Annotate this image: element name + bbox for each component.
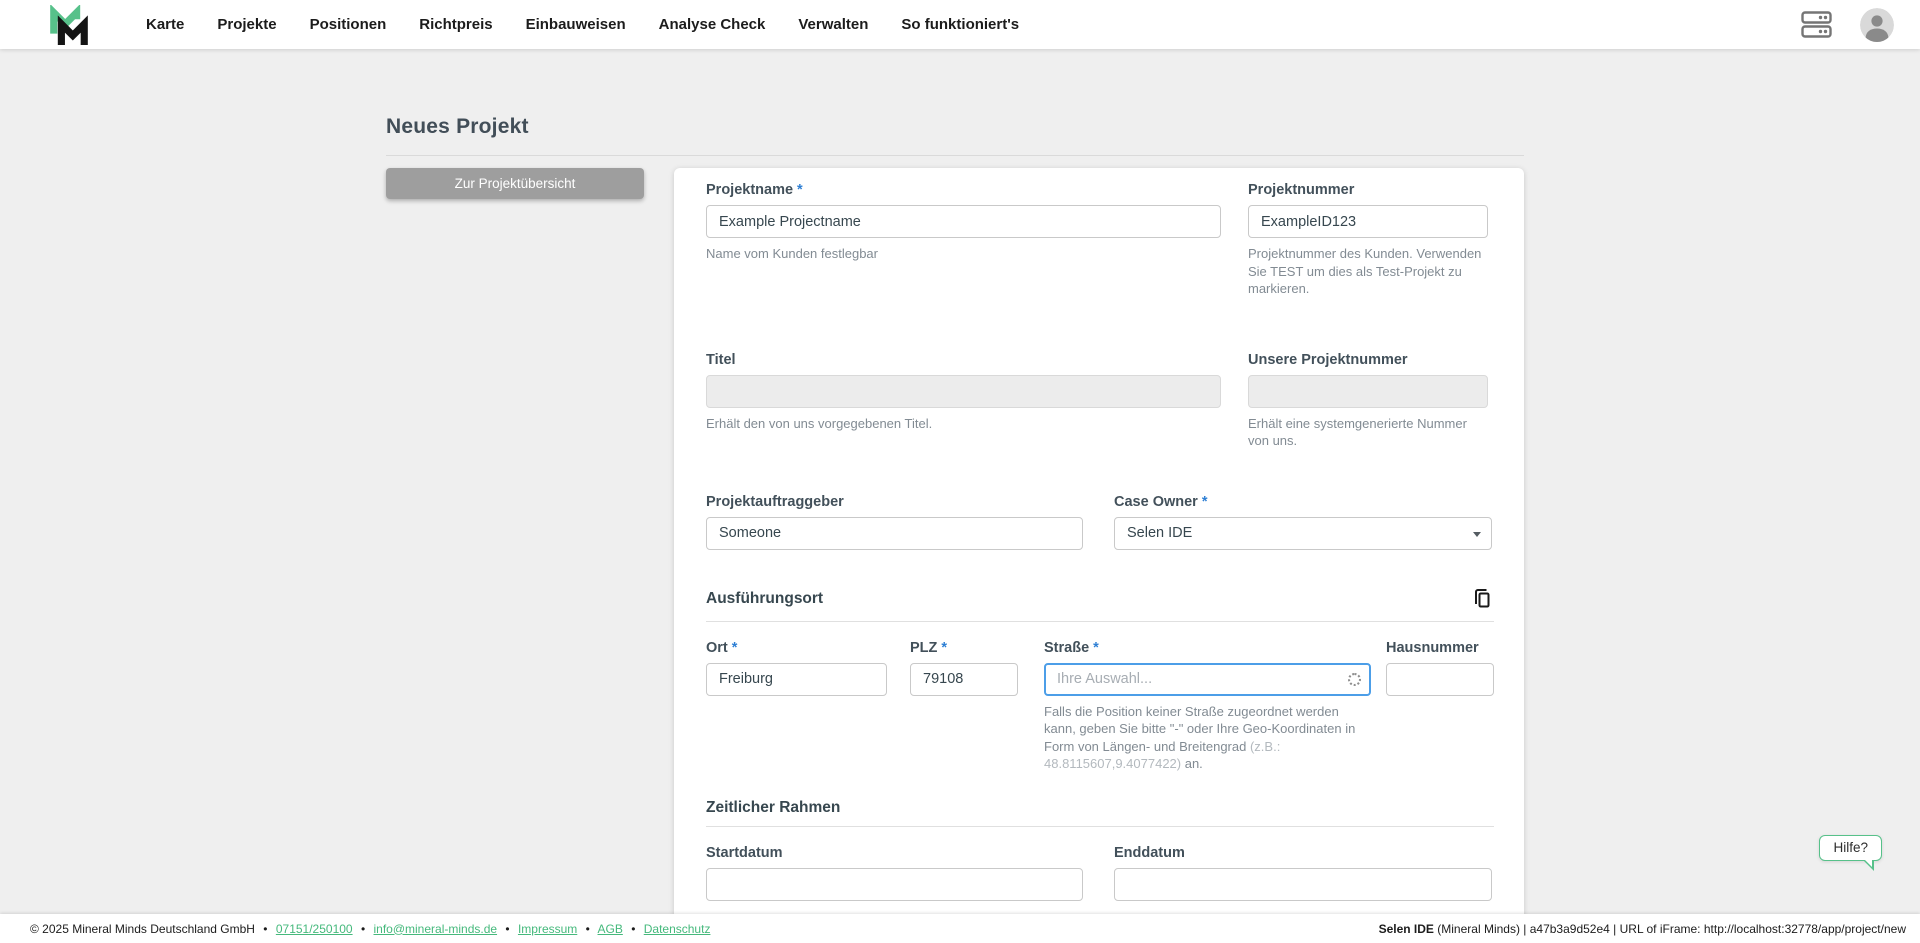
projektnummer-label: Projektnummer [1248, 182, 1488, 198]
required-asterisk: * [1202, 494, 1208, 510]
mineral-minds-logo-icon [46, 5, 92, 45]
projektauftraggeber-field: Projektauftraggeber [706, 494, 1083, 550]
projektauftraggeber-input[interactable] [706, 517, 1083, 550]
footer-link-datenschutz[interactable]: Datenschutz [644, 922, 711, 936]
zeitlicher-rahmen-section-header: Zeitlicher Rahmen [706, 799, 1494, 817]
help-button[interactable]: Hilfe? [1819, 835, 1882, 861]
projektauftraggeber-label: Projektauftraggeber [706, 494, 1083, 510]
required-asterisk: * [1093, 640, 1099, 656]
projektname-field: Projektname* Name vom Kunden festlegbar [706, 182, 1221, 263]
unsere-projektnummer-input [1248, 375, 1488, 408]
startdatum-input[interactable] [706, 868, 1083, 901]
main-content: Neues Projekt Zur Projektübersicht Proje… [0, 115, 1920, 943]
footer-link-phone[interactable]: 07151/250100 [276, 922, 353, 936]
nav-item-richtpreis[interactable]: Richtpreis [419, 16, 492, 33]
hausnummer-input[interactable] [1386, 663, 1494, 696]
projektnummer-field: Projektnummer Projektnummer des Kunden. … [1248, 182, 1488, 298]
unsere-projektnummer-helper: Erhält eine systemgenerierte Nummer von … [1248, 415, 1488, 450]
app-logo[interactable] [46, 5, 92, 45]
unsere-projektnummer-label: Unsere Projektnummer [1248, 352, 1488, 368]
ort-label: Ort* [706, 640, 887, 656]
projektname-helper: Name vom Kunden festlegbar [706, 245, 1221, 263]
footer-session-details: (Mineral Minds) | a47b3a9d52e4 | URL of … [1434, 922, 1906, 936]
title-divider [386, 155, 1524, 156]
nav-item-projekte[interactable]: Projekte [217, 16, 276, 33]
new-project-form-card: Projektname* Name vom Kunden festlegbar … [674, 168, 1524, 925]
case-owner-select[interactable]: Selen IDE [1114, 517, 1492, 550]
titel-field: Titel Erhält den von uns vorgegebenen Ti… [706, 352, 1221, 433]
enddatum-input[interactable] [1114, 868, 1492, 901]
server-icon[interactable] [1799, 9, 1834, 40]
projektname-input[interactable] [706, 205, 1221, 238]
back-to-project-overview-button[interactable]: Zur Projektübersicht [386, 168, 644, 199]
enddatum-field: Enddatum [1114, 845, 1492, 901]
ausfuehrungsort-title: Ausführungsort [706, 590, 823, 608]
footer-link-email[interactable]: info@mineral-minds.de [373, 922, 497, 936]
strasse-input[interactable] [1044, 663, 1371, 696]
strasse-label: Straße* [1044, 640, 1371, 656]
footer: © 2025 Mineral Minds Deutschland GmbH • … [0, 914, 1920, 943]
projektnummer-input[interactable] [1248, 205, 1488, 238]
plz-input[interactable] [910, 663, 1018, 696]
navbar-right [1799, 8, 1894, 42]
case-owner-selected-value: Selen IDE [1127, 525, 1192, 541]
user-avatar[interactable] [1860, 8, 1894, 42]
ort-field: Ort* [706, 640, 887, 696]
strasse-helper: Falls die Position keiner Straße zugeord… [1044, 703, 1371, 773]
nav-item-analyse-check[interactable]: Analyse Check [659, 16, 766, 33]
hausnummer-label: Hausnummer [1386, 640, 1494, 656]
required-asterisk: * [797, 182, 803, 198]
required-asterisk: * [941, 640, 947, 656]
copy-icon [1472, 588, 1492, 610]
case-owner-label: Case Owner* [1114, 494, 1492, 510]
person-icon [1860, 8, 1894, 42]
side-actions: Zur Projektübersicht [386, 168, 644, 199]
titel-helper: Erhält den von uns vorgegebenen Titel. [706, 415, 1221, 433]
footer-left: © 2025 Mineral Minds Deutschland GmbH • … [30, 922, 710, 936]
strasse-field: Straße* Falls die Position keiner Straße… [1044, 640, 1371, 773]
ausfuehrungsort-section-header: Ausführungsort [706, 586, 1494, 612]
nav-item-positionen[interactable]: Positionen [310, 16, 387, 33]
titel-label: Titel [706, 352, 1221, 368]
page-title: Neues Projekt [386, 115, 1524, 139]
projektname-label: Projektname* [706, 182, 1221, 198]
projektnummer-helper: Projektnummer des Kunden. Verwenden Sie … [1248, 245, 1488, 298]
hausnummer-field: Hausnummer [1386, 640, 1494, 696]
startdatum-label: Startdatum [706, 845, 1083, 861]
copy-location-button[interactable] [1470, 586, 1494, 612]
plz-label: PLZ* [910, 640, 1018, 656]
footer-link-agb[interactable]: AGB [598, 922, 623, 936]
nav-item-einbauweisen[interactable]: Einbauweisen [526, 16, 626, 33]
ausfuehrungsort-divider [706, 621, 1494, 622]
enddatum-label: Enddatum [1114, 845, 1492, 861]
required-asterisk: * [732, 640, 738, 656]
nav-item-so-funktionierts[interactable]: So funktioniert's [901, 16, 1019, 33]
nav-item-karte[interactable]: Karte [146, 16, 184, 33]
main-nav: Karte Projekte Positionen Richtpreis Ein… [146, 16, 1019, 33]
zeitlicher-rahmen-divider [706, 826, 1494, 827]
footer-user-name: Selen IDE [1379, 922, 1434, 936]
plz-field: PLZ* [910, 640, 1018, 696]
titel-input [706, 375, 1221, 408]
zeitlicher-rahmen-title: Zeitlicher Rahmen [706, 799, 840, 817]
nav-item-verwalten[interactable]: Verwalten [798, 16, 868, 33]
startdatum-field: Startdatum [706, 845, 1083, 901]
unsere-projektnummer-field: Unsere Projektnummer Erhält eine systemg… [1248, 352, 1488, 450]
top-navbar: Karte Projekte Positionen Richtpreis Ein… [0, 0, 1920, 49]
footer-link-impressum[interactable]: Impressum [518, 922, 577, 936]
chevron-down-icon [1473, 532, 1481, 537]
copyright-text: © 2025 Mineral Minds Deutschland GmbH [30, 922, 255, 936]
ort-input[interactable] [706, 663, 887, 696]
case-owner-field: Case Owner* Selen IDE [1114, 494, 1492, 550]
footer-session-info: Selen IDE (Mineral Minds) | a47b3a9d52e4… [1379, 922, 1906, 936]
loading-spinner-icon [1348, 673, 1361, 686]
